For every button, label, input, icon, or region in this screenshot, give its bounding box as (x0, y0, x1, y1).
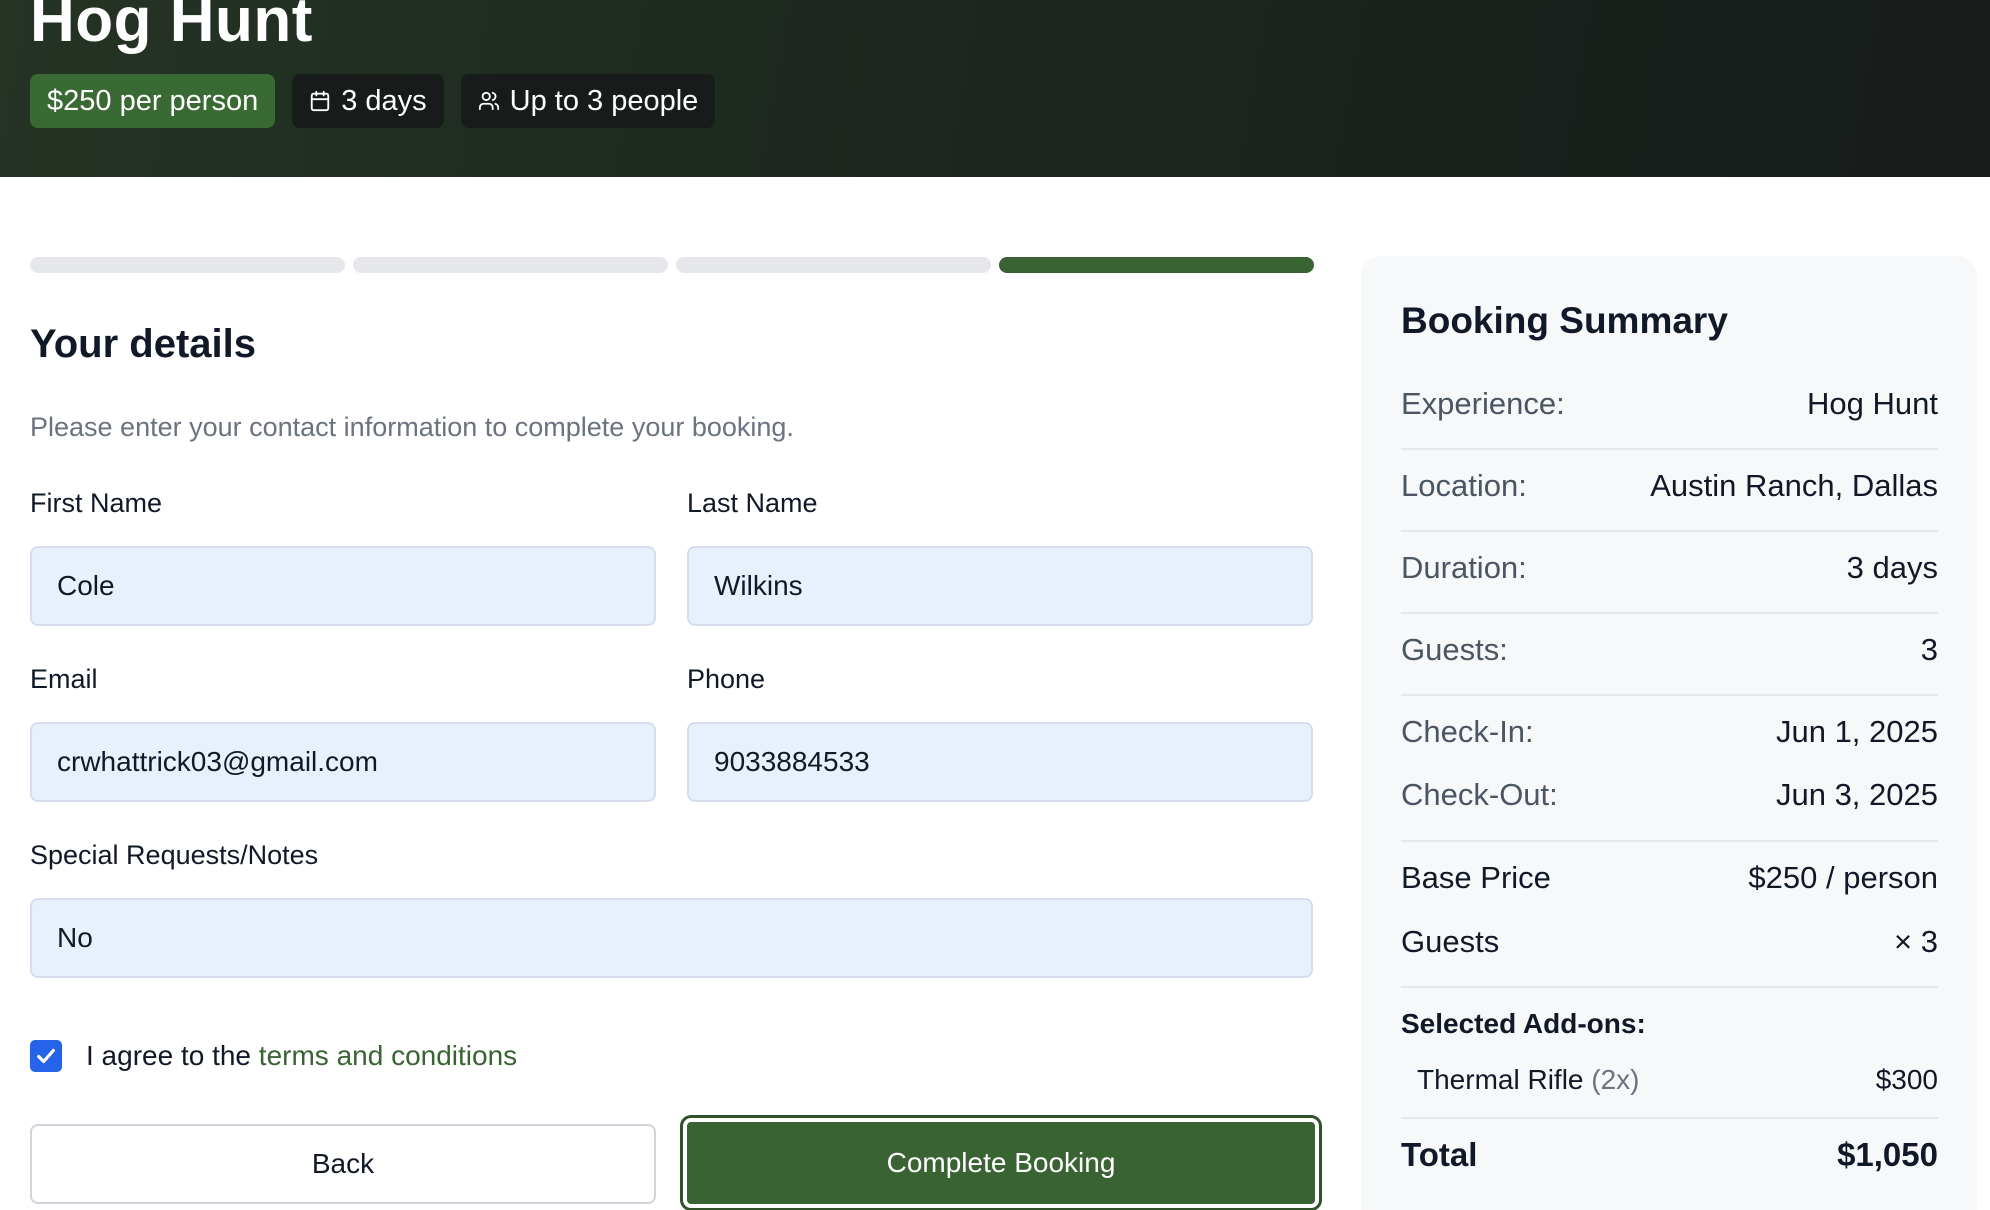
duration-chip-label: 3 days (341, 84, 427, 117)
terms-link[interactable]: terms and conditions (259, 1040, 517, 1071)
divider (1401, 530, 1938, 532)
email-input[interactable] (30, 722, 656, 802)
summary-title: Booking Summary (1401, 300, 1728, 341)
capacity-chip-label: Up to 3 people (509, 84, 699, 117)
price-chip-label: $250 per person (47, 84, 259, 117)
summary-key: Location: (1401, 468, 1527, 503)
first-name-input[interactable] (30, 546, 656, 626)
divider (1401, 986, 1938, 988)
terms-prefix: I agree to the (86, 1040, 259, 1071)
progress-step-1 (30, 257, 345, 273)
duration-chip: 3 days (292, 74, 444, 128)
hero-banner: Hog Hunt $250 per person 3 days Up to 3 … (0, 0, 1990, 177)
divider (1401, 694, 1938, 696)
summary-row-experience: Experience: Hog Hunt (1401, 386, 1938, 422)
terms-text: I agree to the terms and conditions (86, 1040, 517, 1072)
terms-checkbox[interactable] (30, 1040, 62, 1072)
summary-key: Check-Out: (1401, 777, 1558, 812)
summary-row-check-out: Check-Out: Jun 3, 2025 (1401, 777, 1938, 813)
summary-row-guests: Guests: 3 (1401, 632, 1938, 668)
summary-value: Jun 3, 2025 (1775, 777, 1938, 812)
progress-step-4 (999, 257, 1314, 273)
first-name-label: First Name (30, 488, 163, 518)
terms-agreement: I agree to the terms and conditions (30, 1040, 517, 1072)
progress-step-2 (353, 257, 668, 273)
summary-key: Duration: (1401, 550, 1527, 585)
summary-key: Guests (1401, 924, 1500, 959)
summary-value: × 3 (1894, 924, 1938, 959)
progress-step-3 (676, 257, 991, 273)
addons-title: Selected Add-ons: (1401, 1008, 1646, 1039)
addon-price: $300 (1875, 1064, 1938, 1095)
check-icon (37, 1048, 55, 1064)
summary-row-base-price: Base Price $250 / person (1401, 860, 1938, 896)
summary-row-check-in: Check-In: Jun 1, 2025 (1401, 714, 1938, 750)
last-name-label: Last Name (687, 488, 818, 518)
summary-key: Guests: (1401, 632, 1508, 667)
calendar-icon (311, 90, 330, 112)
last-name-input[interactable] (687, 546, 1313, 626)
users-icon (478, 91, 499, 111)
summary-key: Check-In: (1401, 714, 1534, 749)
total-label: Total (1401, 1136, 1478, 1173)
section-description: Please enter your contact information to… (30, 412, 794, 442)
price-chip: $250 per person (30, 74, 276, 128)
complete-booking-button[interactable]: Complete Booking (683, 1118, 1319, 1208)
summary-value: $250 / person (1748, 860, 1938, 895)
booking-summary-panel: Booking Summary Experience: Hog Hunt Loc… (1361, 256, 1977, 1210)
addon-row: Thermal Rifle (2x) $300 (1417, 1064, 1938, 1096)
summary-value: 3 days (1846, 550, 1938, 585)
notes-input[interactable] (30, 898, 1313, 978)
summary-key: Base Price (1401, 860, 1551, 895)
notes-label: Special Requests/Notes (30, 840, 319, 870)
divider (1401, 448, 1938, 450)
divider (1401, 840, 1938, 842)
section-title: Your details (30, 322, 256, 366)
hero-chips: $250 per person 3 days Up to 3 people (30, 74, 716, 128)
summary-value: Hog Hunt (1807, 386, 1938, 421)
summary-row-location: Location: Austin Ranch, Dallas (1401, 468, 1938, 504)
addon-name-group: Thermal Rifle (2x) (1417, 1064, 1640, 1096)
summary-key: Experience: (1401, 386, 1565, 421)
phone-input[interactable] (687, 722, 1313, 802)
back-button[interactable]: Back (30, 1124, 656, 1204)
capacity-chip: Up to 3 people (460, 74, 716, 128)
phone-label: Phone (687, 664, 766, 694)
divider (1401, 612, 1938, 614)
addon-name: Thermal Rifle (1417, 1064, 1584, 1095)
experience-title: Hog Hunt (30, 0, 313, 55)
summary-value: 3 (1920, 632, 1938, 667)
summary-value: Jun 1, 2025 (1775, 714, 1938, 749)
total-value: $1,050 (1837, 1136, 1938, 1173)
addon-quantity: (2x) (1591, 1064, 1640, 1095)
total-row: Total $1,050 (1401, 1136, 1938, 1174)
divider (1401, 1117, 1938, 1119)
email-label: Email (30, 664, 98, 694)
summary-row-guests-multiplier: Guests × 3 (1401, 924, 1938, 960)
summary-row-duration: Duration: 3 days (1401, 550, 1938, 586)
step-progress (30, 257, 1314, 273)
summary-value: Austin Ranch, Dallas (1650, 468, 1938, 503)
